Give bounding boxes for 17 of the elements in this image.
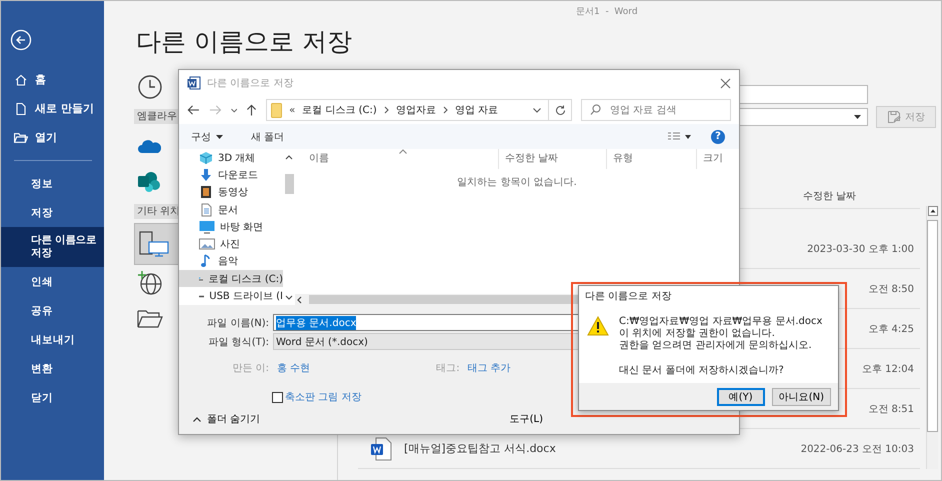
modified-date: 오전 8:51 [868, 402, 915, 416]
dialog-title: 다른 이름으로 저장 [584, 290, 672, 304]
modified-date: 오후 4:25 [868, 322, 915, 336]
window-title: 문서1 - Word [576, 6, 638, 18]
field-label: 파일 이름(N): [206, 316, 269, 330]
modified-date: 2023-03-30 오후 1:00 [807, 242, 915, 256]
empty-message: 일치하는 항목이 없습니다. [456, 176, 578, 189]
page-heading: 다른 이름으로 저장 [136, 27, 353, 57]
field-label: 태그: [436, 362, 460, 375]
field-label: 파일 형식(T): [208, 336, 269, 348]
alert-question: 대신 문서 폴더에 저장하시겠습니까? [619, 364, 785, 377]
dialog-title: 다른 이름으로 저장 [207, 77, 294, 90]
modified-date: 오후 12:04 [862, 362, 915, 376]
file-name-value: 업무용 문서.docx [276, 316, 356, 330]
modified-date: 오전 8:50 [868, 282, 915, 296]
field-label: 만든 이: [231, 362, 269, 375]
modified-date: 2022-06-23 오전 10:03 [800, 442, 915, 456]
